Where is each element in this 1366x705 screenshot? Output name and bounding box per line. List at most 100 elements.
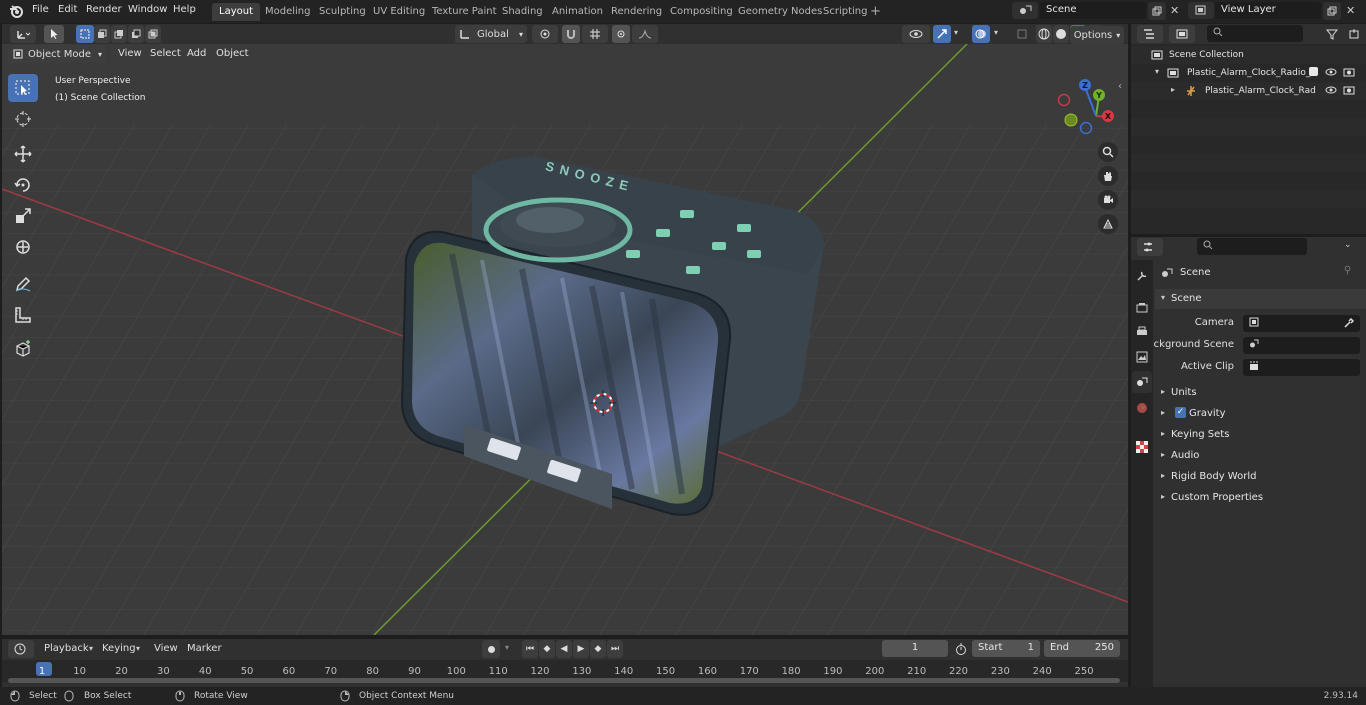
shading-wireframe-button[interactable] <box>1036 25 1052 43</box>
tab-output[interactable] <box>1133 322 1151 342</box>
shading-solid-button[interactable] <box>1053 25 1069 43</box>
tab-view-layer[interactable] <box>1133 347 1151 367</box>
end-frame-field[interactable]: End 250 <box>1044 640 1120 657</box>
tab-tool[interactable] <box>1133 266 1151 286</box>
chevron-down-icon[interactable]: ⌄ <box>1344 240 1352 250</box>
expand-arrow-icon[interactable]: ▾ <box>1155 67 1159 76</box>
tool-move[interactable] <box>8 140 38 168</box>
tool-transform[interactable] <box>8 233 38 261</box>
rigid-body-world-panel-header[interactable]: ▸ Rigid Body World <box>1155 467 1366 487</box>
background-scene-field[interactable] <box>1243 337 1360 354</box>
units-panel-header[interactable]: ▸ Units <box>1155 383 1366 403</box>
gravity-checkbox[interactable]: ✓ <box>1175 407 1186 418</box>
tool-add-cube[interactable] <box>8 334 38 362</box>
audio-panel-header[interactable]: ▸ Audio <box>1155 446 1366 466</box>
tab-scripting[interactable]: Scripting <box>816 3 874 21</box>
overlays-toggle-button[interactable] <box>972 25 990 43</box>
timeline-menu-playback[interactable]: Playback <box>44 643 89 654</box>
menu-view[interactable]: View <box>118 48 142 59</box>
menu-add[interactable]: Add <box>187 48 206 59</box>
pin-icon[interactable]: ⚲ <box>1344 265 1351 276</box>
preview-range-button[interactable] <box>952 640 970 658</box>
view-layer-selector-button[interactable] <box>1188 2 1214 19</box>
xray-toggle-button[interactable] <box>1014 25 1030 43</box>
tool-rotate[interactable] <box>8 171 38 199</box>
proportional-edit-button[interactable] <box>612 25 630 43</box>
eyedropper-icon[interactable] <box>1344 318 1354 328</box>
select-mode-intersect-button[interactable] <box>145 25 161 43</box>
active-clip-field[interactable] <box>1243 359 1360 376</box>
gravity-panel-header[interactable]: ▸ ✓ Gravity <box>1155 404 1366 424</box>
timeline-menu-marker[interactable]: Marker <box>187 643 222 654</box>
new-collection-button[interactable] <box>1345 25 1363 43</box>
delete-scene-icon[interactable]: ✕ <box>1170 4 1179 17</box>
visibility-dropdown[interactable] <box>902 25 930 43</box>
3d-viewport[interactable]: SNOOZE X Y Z User Perspective (1) Scene … <box>2 24 1128 635</box>
start-frame-field[interactable]: Start 1 <box>972 640 1040 657</box>
camera-field[interactable] <box>1243 315 1360 332</box>
tab-geometry-nodes[interactable]: Geometry Nodes <box>731 3 829 21</box>
tool-scale[interactable] <box>8 202 38 230</box>
menu-file[interactable]: File <box>32 4 49 15</box>
collection-exclude-checkbox[interactable] <box>1309 67 1318 76</box>
sidebar-toggle-icon[interactable]: ‹ <box>1118 81 1122 92</box>
auto-keying-button[interactable] <box>482 640 500 658</box>
current-frame-field[interactable]: 1 <box>882 640 948 657</box>
tab-scene[interactable] <box>1132 371 1152 393</box>
blender-logo-icon[interactable] <box>9 4 23 18</box>
camera-view-button[interactable] <box>1098 190 1118 210</box>
tab-layout[interactable]: Layout <box>212 3 260 21</box>
snap-toggle-button[interactable] <box>562 25 580 43</box>
new-view-layer-button[interactable] <box>1323 2 1341 20</box>
tab-compositing[interactable]: Compositing <box>663 3 740 21</box>
play-button[interactable]: ▶ <box>573 640 589 658</box>
tab-shading[interactable]: Shading <box>495 3 550 21</box>
outliner-search-input[interactable] <box>1207 25 1303 42</box>
jump-to-end-button[interactable]: ⏭ <box>607 640 623 658</box>
timeline-scrollbar[interactable] <box>8 678 1120 683</box>
select-mode-extend-button[interactable] <box>94 25 110 43</box>
pivot-point-dropdown[interactable] <box>532 25 558 43</box>
filter-dropdown[interactable] <box>1321 25 1343 43</box>
outliner-row-scene-collection[interactable]: Scene Collection <box>1131 46 1366 64</box>
scene-selector-button[interactable] <box>1012 2 1038 19</box>
tool-annotate[interactable] <box>8 270 38 298</box>
object-mode-dropdown[interactable]: Object Mode ▾ <box>8 45 106 63</box>
expand-arrow-icon[interactable]: ▸ <box>1171 85 1175 94</box>
select-mode-difference-button[interactable] <box>128 25 144 43</box>
tab-modeling[interactable]: Modeling <box>258 3 318 21</box>
timeline-menu-keying[interactable]: Keying <box>102 643 136 654</box>
menu-edit[interactable]: Edit <box>58 4 77 15</box>
display-mode-dropdown[interactable] <box>1169 25 1195 43</box>
options-dropdown[interactable]: Options ▾ <box>1070 26 1124 44</box>
view-layer-field[interactable]: View Layer <box>1215 2 1321 19</box>
gizmo-toggle-button[interactable] <box>933 25 951 43</box>
eye-icon[interactable] <box>1325 85 1337 95</box>
scene-name-field[interactable]: Scene <box>1040 2 1146 19</box>
tab-world[interactable] <box>1133 398 1151 418</box>
tab-render[interactable] <box>1133 298 1151 318</box>
eye-icon[interactable] <box>1325 67 1337 77</box>
tab-texture-paint[interactable]: Texture Paint <box>425 3 504 21</box>
camera-render-icon[interactable] <box>1343 85 1355 95</box>
snap-target-dropdown[interactable] <box>582 25 608 43</box>
editor-type-button[interactable] <box>10 25 36 43</box>
tool-measure[interactable] <box>8 301 38 329</box>
jump-to-start-button[interactable]: ⏮ <box>522 640 538 658</box>
next-keyframe-button[interactable]: ◆ <box>590 640 606 658</box>
play-reverse-button[interactable]: ◀ <box>556 640 572 658</box>
menu-object[interactable]: Object <box>216 48 249 59</box>
camera-render-icon[interactable] <box>1343 67 1355 77</box>
pan-view-button[interactable] <box>1098 166 1118 186</box>
timeline-menu-view[interactable]: View <box>154 643 178 654</box>
scene-panel-header[interactable]: ▾ Scene <box>1155 289 1366 309</box>
tool-select-box[interactable] <box>8 74 38 102</box>
tab-rendering[interactable]: Rendering <box>604 3 669 21</box>
transform-orientation-dropdown[interactable]: Global ▾ <box>455 25 527 43</box>
tool-cursor[interactable] <box>8 105 38 133</box>
tab-animation[interactable]: Animation <box>545 3 610 21</box>
menu-select[interactable]: Select <box>150 48 181 59</box>
chevron-down-icon[interactable]: ▾ <box>505 643 509 652</box>
outliner-row-object[interactable]: ▸ Plastic_Alarm_Clock_Rad <box>1131 82 1366 100</box>
chevron-down-icon[interactable]: ▾ <box>994 28 998 37</box>
